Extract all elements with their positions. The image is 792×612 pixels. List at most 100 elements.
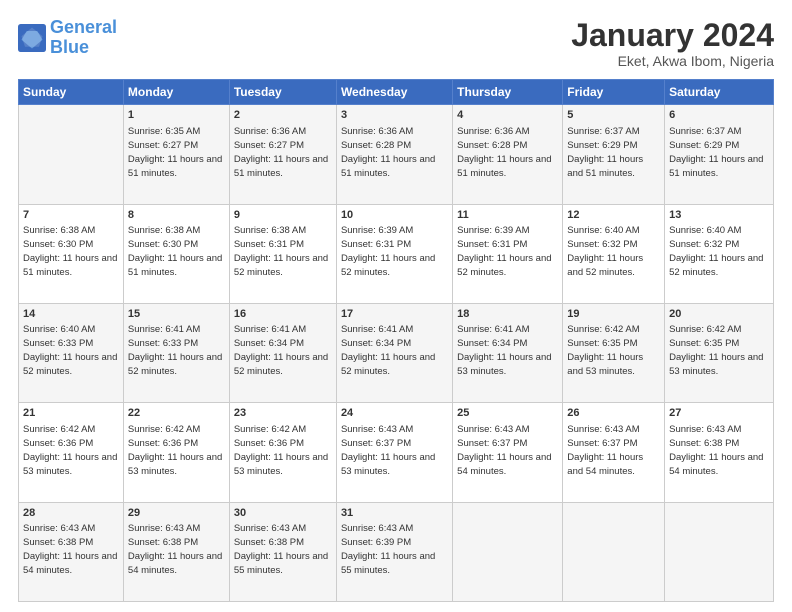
cell-info: Sunrise: 6:43 AMSunset: 6:38 PMDaylight:… [234,523,328,576]
cell-info: Sunrise: 6:42 AMSunset: 6:36 PMDaylight:… [128,424,222,477]
day-number: 1 [128,108,225,123]
calendar-header-row: SundayMondayTuesdayWednesdayThursdayFrid… [19,80,774,105]
cell-info: Sunrise: 6:43 AMSunset: 6:38 PMDaylight:… [23,523,117,576]
day-number: 29 [128,506,225,521]
week-row-4: 21 Sunrise: 6:42 AMSunset: 6:36 PMDayligh… [19,403,774,502]
column-header-sunday: Sunday [19,80,124,105]
cell-info: Sunrise: 6:41 AMSunset: 6:34 PMDaylight:… [457,324,551,377]
logo-general: General [50,17,117,37]
cell-info: Sunrise: 6:37 AMSunset: 6:29 PMDaylight:… [567,126,643,179]
day-number: 13 [669,208,769,223]
cell-info: Sunrise: 6:39 AMSunset: 6:31 PMDaylight:… [457,225,551,278]
column-header-friday: Friday [563,80,665,105]
cell-info: Sunrise: 6:40 AMSunset: 6:32 PMDaylight:… [669,225,763,278]
column-header-thursday: Thursday [453,80,563,105]
cell-info: Sunrise: 6:43 AMSunset: 6:38 PMDaylight:… [669,424,763,477]
calendar-cell: 19 Sunrise: 6:42 AMSunset: 6:35 PMDayligh… [563,303,665,402]
calendar-cell: 24 Sunrise: 6:43 AMSunset: 6:37 PMDayligh… [336,403,452,502]
calendar-cell: 18Sunrise: 6:41 AMSunset: 6:34 PMDayligh… [453,303,563,402]
cell-info: Sunrise: 6:38 AMSunset: 6:30 PMDaylight:… [23,225,117,278]
day-number: 2 [234,108,332,123]
logo-blue: Blue [50,38,117,58]
cell-info: Sunrise: 6:36 AMSunset: 6:28 PMDaylight:… [341,126,435,179]
cell-info: Sunrise: 6:42 AMSunset: 6:36 PMDaylight:… [234,424,328,477]
cell-info: Sunrise: 6:36 AMSunset: 6:27 PMDaylight:… [234,126,328,179]
page: General Blue January 2024 Eket, Akwa Ibo… [0,0,792,612]
day-number: 17 [341,307,448,322]
week-row-1: 1 Sunrise: 6:35 AMSunset: 6:27 PMDaylight… [19,105,774,204]
cell-info: Sunrise: 6:40 AMSunset: 6:32 PMDaylight:… [567,225,643,278]
calendar-cell: 8 Sunrise: 6:38 AMSunset: 6:30 PMDaylight… [123,204,229,303]
column-header-wednesday: Wednesday [336,80,452,105]
calendar-cell: 14 Sunrise: 6:40 AMSunset: 6:33 PMDayligh… [19,303,124,402]
column-header-monday: Monday [123,80,229,105]
day-number: 31 [341,506,448,521]
calendar-cell [19,105,124,204]
title-block: January 2024 Eket, Akwa Ibom, Nigeria [571,18,774,69]
day-number: 30 [234,506,332,521]
calendar-cell [563,502,665,601]
cell-info: Sunrise: 6:37 AMSunset: 6:29 PMDaylight:… [669,126,763,179]
cell-info: Sunrise: 6:41 AMSunset: 6:34 PMDaylight:… [341,324,435,377]
day-number: 26 [567,406,660,421]
calendar-cell: 29Sunrise: 6:43 AMSunset: 6:38 PMDayligh… [123,502,229,601]
day-number: 22 [128,406,225,421]
cell-info: Sunrise: 6:42 AMSunset: 6:35 PMDaylight:… [567,324,643,377]
week-row-5: 28 Sunrise: 6:43 AMSunset: 6:38 PMDayligh… [19,502,774,601]
day-number: 6 [669,108,769,123]
header: General Blue January 2024 Eket, Akwa Ibo… [18,18,774,69]
cell-info: Sunrise: 6:43 AMSunset: 6:39 PMDaylight:… [341,523,435,576]
calendar-cell: 27 Sunrise: 6:43 AMSunset: 6:38 PMDayligh… [665,403,774,502]
calendar-cell: 1 Sunrise: 6:35 AMSunset: 6:27 PMDaylight… [123,105,229,204]
cell-info: Sunrise: 6:40 AMSunset: 6:33 PMDaylight:… [23,324,117,377]
cell-info: Sunrise: 6:42 AMSunset: 6:36 PMDaylight:… [23,424,117,477]
cell-info: Sunrise: 6:39 AMSunset: 6:31 PMDaylight:… [341,225,435,278]
day-number: 9 [234,208,332,223]
logo: General Blue [18,18,117,58]
calendar-cell: 6 Sunrise: 6:37 AMSunset: 6:29 PMDaylight… [665,105,774,204]
day-number: 24 [341,406,448,421]
calendar-cell: 9 Sunrise: 6:38 AMSunset: 6:31 PMDaylight… [229,204,336,303]
day-number: 8 [128,208,225,223]
calendar-cell: 11Sunrise: 6:39 AMSunset: 6:31 PMDayligh… [453,204,563,303]
cell-info: Sunrise: 6:43 AMSunset: 6:37 PMDaylight:… [341,424,435,477]
calendar-cell: 30 Sunrise: 6:43 AMSunset: 6:38 PMDayligh… [229,502,336,601]
day-number: 16 [234,307,332,322]
calendar-cell: 28 Sunrise: 6:43 AMSunset: 6:38 PMDayligh… [19,502,124,601]
day-number: 3 [341,108,448,123]
calendar-cell [665,502,774,601]
cell-info: Sunrise: 6:36 AMSunset: 6:28 PMDaylight:… [457,126,551,179]
subtitle: Eket, Akwa Ibom, Nigeria [571,53,774,69]
day-number: 12 [567,208,660,223]
cell-info: Sunrise: 6:38 AMSunset: 6:31 PMDaylight:… [234,225,328,278]
cell-info: Sunrise: 6:42 AMSunset: 6:35 PMDaylight:… [669,324,763,377]
calendar-cell: 22 Sunrise: 6:42 AMSunset: 6:36 PMDayligh… [123,403,229,502]
cell-info: Sunrise: 6:43 AMSunset: 6:37 PMDaylight:… [567,424,643,477]
calendar-cell: 21 Sunrise: 6:42 AMSunset: 6:36 PMDayligh… [19,403,124,502]
calendar-cell: 25Sunrise: 6:43 AMSunset: 6:37 PMDayligh… [453,403,563,502]
cell-info: Sunrise: 6:41 AMSunset: 6:34 PMDaylight:… [234,324,328,377]
calendar-cell: 17 Sunrise: 6:41 AMSunset: 6:34 PMDayligh… [336,303,452,402]
calendar-cell: 2 Sunrise: 6:36 AMSunset: 6:27 PMDaylight… [229,105,336,204]
day-number: 25 [457,406,558,421]
week-row-3: 14 Sunrise: 6:40 AMSunset: 6:33 PMDayligh… [19,303,774,402]
cell-info: Sunrise: 6:41 AMSunset: 6:33 PMDaylight:… [128,324,222,377]
day-number: 14 [23,307,119,322]
day-number: 28 [23,506,119,521]
day-number: 19 [567,307,660,322]
day-number: 27 [669,406,769,421]
cell-info: Sunrise: 6:35 AMSunset: 6:27 PMDaylight:… [128,126,222,179]
calendar-cell: 26 Sunrise: 6:43 AMSunset: 6:37 PMDayligh… [563,403,665,502]
calendar-cell: 10Sunrise: 6:39 AMSunset: 6:31 PMDayligh… [336,204,452,303]
day-number: 23 [234,406,332,421]
week-row-2: 7Sunrise: 6:38 AMSunset: 6:30 PMDaylight… [19,204,774,303]
calendar-cell: 20Sunrise: 6:42 AMSunset: 6:35 PMDayligh… [665,303,774,402]
calendar-cell: 12 Sunrise: 6:40 AMSunset: 6:32 PMDayligh… [563,204,665,303]
cell-info: Sunrise: 6:38 AMSunset: 6:30 PMDaylight:… [128,225,222,278]
day-number: 15 [128,307,225,322]
calendar-cell: 16 Sunrise: 6:41 AMSunset: 6:34 PMDayligh… [229,303,336,402]
calendar-cell [453,502,563,601]
logo-text: General Blue [50,18,117,58]
logo-icon [18,24,46,52]
day-number: 21 [23,406,119,421]
